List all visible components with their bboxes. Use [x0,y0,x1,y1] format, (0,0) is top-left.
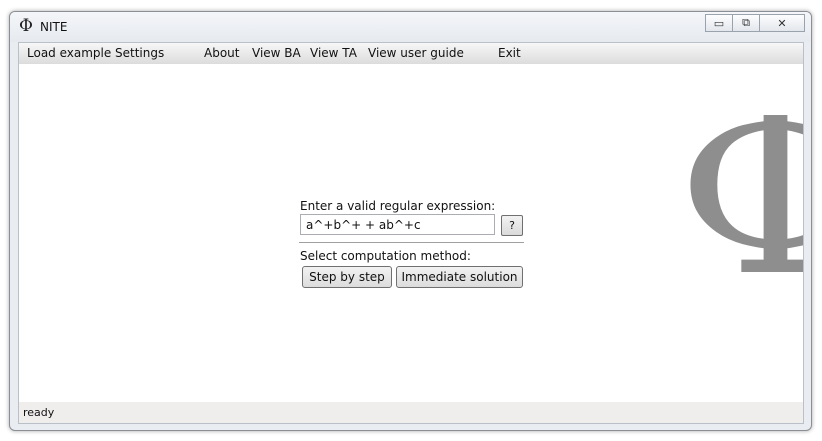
menu-about[interactable]: About [204,46,239,60]
title-bar[interactable]: Φ NITE ▭ ⧉ ✕ [10,12,811,42]
restore-button[interactable]: ⧉ [733,14,760,32]
main-content: Load example Settings About View BA View… [18,42,804,424]
menu-bar: Load example Settings About View BA View… [19,43,803,64]
phi-app-icon: Φ [19,16,33,36]
menu-exit[interactable]: Exit [498,46,521,60]
window-controls: ▭ ⧉ ✕ [705,14,805,32]
expression-label: Enter a valid regular expression: [300,199,496,213]
immediate-solution-button[interactable]: Immediate solution [396,266,523,288]
status-text: ready [23,406,55,419]
menu-view-user-guide[interactable]: View user guide [368,46,464,60]
status-bar: ready [19,402,803,423]
regex-input[interactable] [300,214,495,235]
minimize-icon: ▭ [713,16,725,30]
minimize-button[interactable]: ▭ [705,14,733,32]
phi-logo: Φ [677,115,803,345]
separator [299,242,524,243]
phi-logo-glyph: Φ [677,115,803,309]
close-icon: ✕ [777,16,787,30]
menu-view-ba[interactable]: View BA [252,46,301,60]
menu-settings[interactable]: Settings [115,46,164,60]
menu-view-ta[interactable]: View TA [310,46,357,60]
app-window: Φ NITE ▭ ⧉ ✕ Load example Settings About… [9,11,812,431]
step-by-step-button[interactable]: Step by step [302,266,392,288]
window-title: NITE [40,20,68,34]
method-label: Select computation method: [300,249,471,263]
menu-load-example[interactable]: Load example [27,46,111,60]
close-button[interactable]: ✕ [760,14,805,32]
restore-icon: ⧉ [742,16,750,29]
help-button[interactable]: ? [501,215,523,236]
